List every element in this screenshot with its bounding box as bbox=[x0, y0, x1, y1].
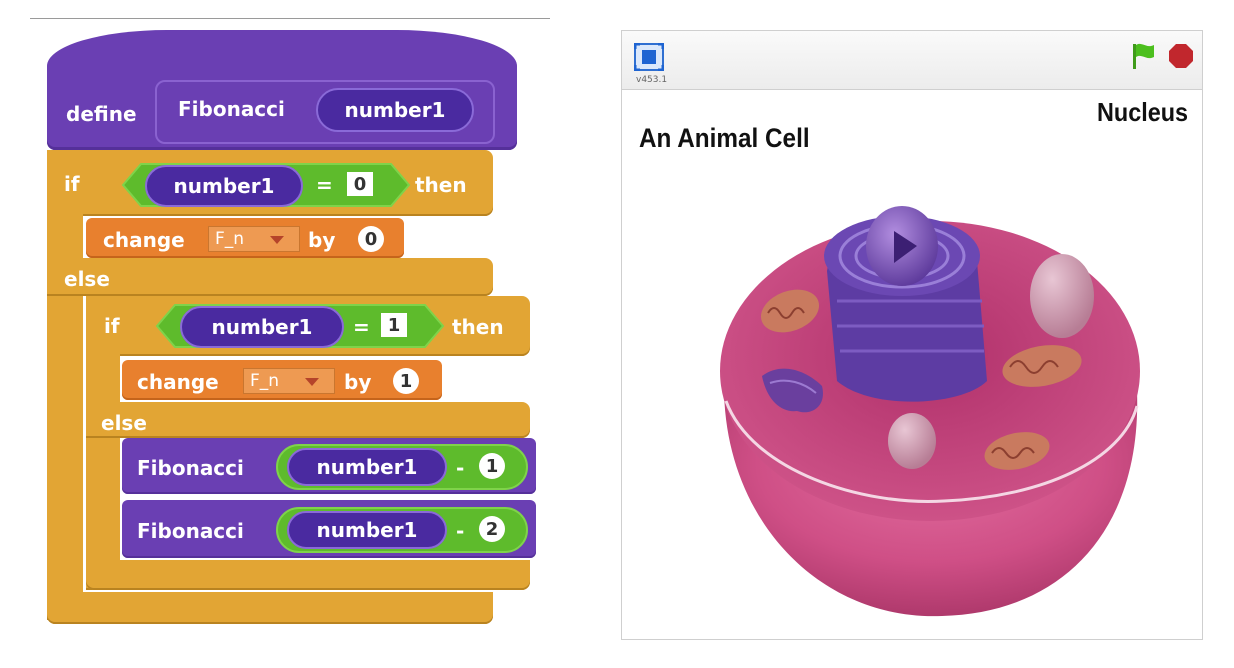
else-bar bbox=[47, 258, 493, 296]
variable-dropdown[interactable]: F_n bbox=[208, 226, 300, 252]
procedure-name: Fibonacci bbox=[178, 97, 285, 121]
call2-number1-label: number1 bbox=[316, 518, 418, 542]
change1-value[interactable]: 0 bbox=[358, 226, 384, 252]
minus-sign-2: - bbox=[456, 519, 465, 543]
inner-else-bar bbox=[86, 402, 530, 438]
dropdown-caret-icon-2 bbox=[305, 378, 319, 386]
inner-if-else-arm bbox=[86, 296, 120, 590]
change2-value[interactable]: 1 bbox=[393, 368, 419, 394]
inner-equals-sign: = bbox=[353, 315, 370, 339]
inner-else-label: else bbox=[101, 411, 147, 435]
if-label: if bbox=[64, 172, 80, 196]
inner-if-label: if bbox=[104, 314, 120, 338]
variable-name: F_n bbox=[215, 229, 245, 249]
if-else-arm bbox=[47, 150, 83, 620]
minus-sign-1: - bbox=[456, 456, 465, 480]
param-reporter[interactable]: number1 bbox=[316, 88, 474, 132]
number1-reporter[interactable]: number1 bbox=[145, 165, 303, 207]
inner-if-else-foot bbox=[86, 560, 530, 590]
fibonacci-call-label-2: Fibonacci bbox=[137, 519, 244, 543]
number1-label: number1 bbox=[173, 174, 275, 198]
variable-dropdown-2[interactable]: F_n bbox=[243, 368, 335, 394]
if1-value[interactable]: 0 bbox=[347, 172, 373, 196]
call1-minus-value[interactable]: 1 bbox=[479, 453, 505, 479]
nucleus-label: Nucleus bbox=[1097, 97, 1189, 127]
inner-then-label: then bbox=[452, 315, 504, 339]
by-label-2: by bbox=[344, 370, 372, 394]
if-else-foot bbox=[47, 592, 493, 624]
param-label: number1 bbox=[344, 98, 446, 122]
version-label: v453.1 bbox=[636, 75, 668, 85]
change-label-2: change bbox=[137, 370, 219, 394]
then-label: then bbox=[415, 173, 467, 197]
change-label: change bbox=[103, 228, 185, 252]
dropdown-caret-icon bbox=[270, 236, 284, 244]
equals-sign: = bbox=[316, 173, 333, 197]
fibonacci-call-label-1: Fibonacci bbox=[137, 456, 244, 480]
variable-name-2: F_n bbox=[250, 371, 280, 391]
call1-number1-reporter[interactable]: number1 bbox=[287, 448, 447, 486]
inner-number1-reporter[interactable]: number1 bbox=[180, 306, 344, 348]
by-label: by bbox=[308, 228, 336, 252]
else-label: else bbox=[64, 267, 110, 291]
call2-minus-value[interactable]: 2 bbox=[479, 516, 505, 542]
stage-toolbar: v453.1 bbox=[622, 31, 1202, 90]
stage-title: An Animal Cell bbox=[639, 123, 810, 153]
define-label: define bbox=[66, 102, 137, 126]
divider-line bbox=[30, 18, 550, 19]
call1-number1-label: number1 bbox=[316, 455, 418, 479]
call2-number1-reporter[interactable]: number1 bbox=[287, 511, 447, 549]
inner-number1-label: number1 bbox=[211, 315, 313, 339]
stop-icon[interactable] bbox=[1168, 43, 1194, 69]
animal-cell-illustration bbox=[720, 206, 1140, 617]
fullscreen-icon[interactable] bbox=[634, 43, 664, 71]
if2-value[interactable]: 1 bbox=[381, 313, 407, 337]
green-flag-icon[interactable] bbox=[1130, 41, 1156, 71]
stage[interactable]: v453.1 An Animal Cell Nucleus bbox=[621, 30, 1203, 640]
